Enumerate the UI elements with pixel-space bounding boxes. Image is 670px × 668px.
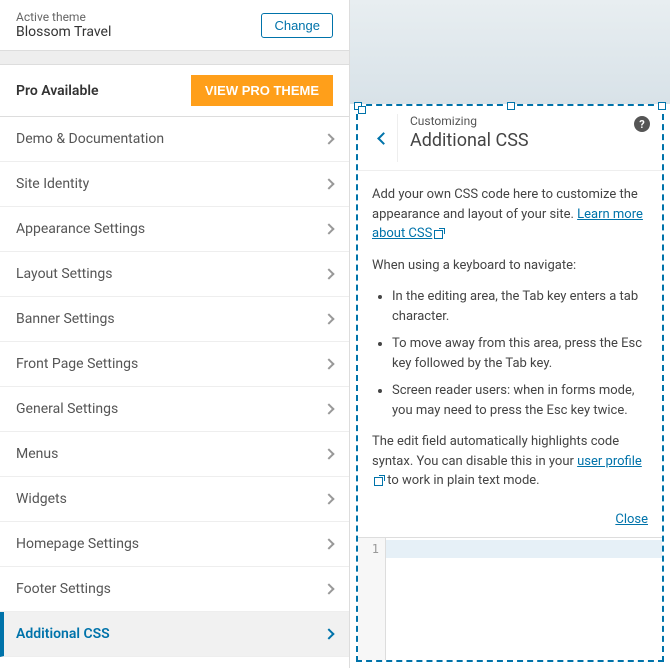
panel-header: Customizing Additional CSS ? bbox=[358, 106, 662, 171]
change-theme-button[interactable]: Change bbox=[261, 13, 333, 38]
list-item: In the editing area, the Tab key enters … bbox=[392, 287, 648, 326]
menu-appearance-settings[interactable]: Appearance Settings bbox=[0, 207, 349, 252]
menu-site-identity[interactable]: Site Identity bbox=[0, 162, 349, 207]
list-item: To move away from this area, press the E… bbox=[392, 334, 648, 373]
view-pro-button[interactable]: VIEW PRO THEME bbox=[191, 75, 333, 106]
external-link-icon bbox=[434, 229, 444, 239]
editor-textarea[interactable] bbox=[386, 538, 662, 661]
menu-general-settings[interactable]: General Settings bbox=[0, 387, 349, 432]
active-theme-name: Blossom Travel bbox=[16, 24, 111, 40]
chevron-right-icon bbox=[323, 583, 334, 594]
menu-widgets[interactable]: Widgets bbox=[0, 477, 349, 522]
menu-homepage-settings[interactable]: Homepage Settings bbox=[0, 522, 349, 567]
chevron-right-icon bbox=[323, 133, 334, 144]
chevron-right-icon bbox=[323, 178, 334, 189]
list-item: Screen reader users: when in forms mode,… bbox=[392, 381, 648, 420]
chevron-right-icon bbox=[323, 538, 334, 549]
panel-help-text: Add your own CSS code here to customize … bbox=[358, 171, 662, 511]
customizing-label: Customizing bbox=[410, 114, 529, 128]
chevron-right-icon bbox=[323, 403, 334, 414]
back-button[interactable] bbox=[370, 114, 398, 162]
theme-header: Active theme Blossom Travel Change bbox=[0, 0, 349, 51]
chevron-right-icon bbox=[323, 223, 334, 234]
pro-label: Pro Available bbox=[16, 83, 99, 99]
editor-gutter: 1 bbox=[358, 538, 386, 661]
help-icon[interactable]: ? bbox=[634, 116, 650, 132]
preview-pane: Customizing Additional CSS ? Add your ow… bbox=[350, 0, 670, 668]
menu-footer-settings[interactable]: Footer Settings bbox=[0, 567, 349, 612]
chevron-right-icon bbox=[323, 268, 334, 279]
menu-front-page-settings[interactable]: Front Page Settings bbox=[0, 342, 349, 387]
chevron-right-icon bbox=[323, 358, 334, 369]
chevron-right-icon bbox=[323, 313, 334, 324]
panel-title: Additional CSS bbox=[410, 130, 529, 151]
menu-demo-documentation[interactable]: Demo & Documentation bbox=[0, 117, 349, 162]
additional-css-panel: Customizing Additional CSS ? Add your ow… bbox=[356, 104, 664, 662]
active-theme-label: Active theme bbox=[16, 10, 111, 24]
chevron-right-icon bbox=[323, 493, 334, 504]
customizer-sidebar: Active theme Blossom Travel Change Pro A… bbox=[0, 0, 350, 668]
preview-background bbox=[350, 0, 670, 104]
close-link[interactable]: Close bbox=[615, 512, 648, 527]
external-link-icon bbox=[374, 476, 384, 486]
chevron-right-icon bbox=[323, 628, 334, 639]
chevron-right-icon bbox=[323, 448, 334, 459]
css-editor[interactable]: 1 bbox=[358, 537, 662, 661]
menu-banner-settings[interactable]: Banner Settings bbox=[0, 297, 349, 342]
menu-layout-settings[interactable]: Layout Settings bbox=[0, 252, 349, 297]
menu-additional-css[interactable]: Additional CSS bbox=[0, 612, 349, 657]
spacer bbox=[0, 51, 349, 65]
pro-available-row: Pro Available VIEW PRO THEME bbox=[0, 65, 349, 117]
menu-menus[interactable]: Menus bbox=[0, 432, 349, 477]
chevron-left-icon bbox=[377, 132, 390, 145]
